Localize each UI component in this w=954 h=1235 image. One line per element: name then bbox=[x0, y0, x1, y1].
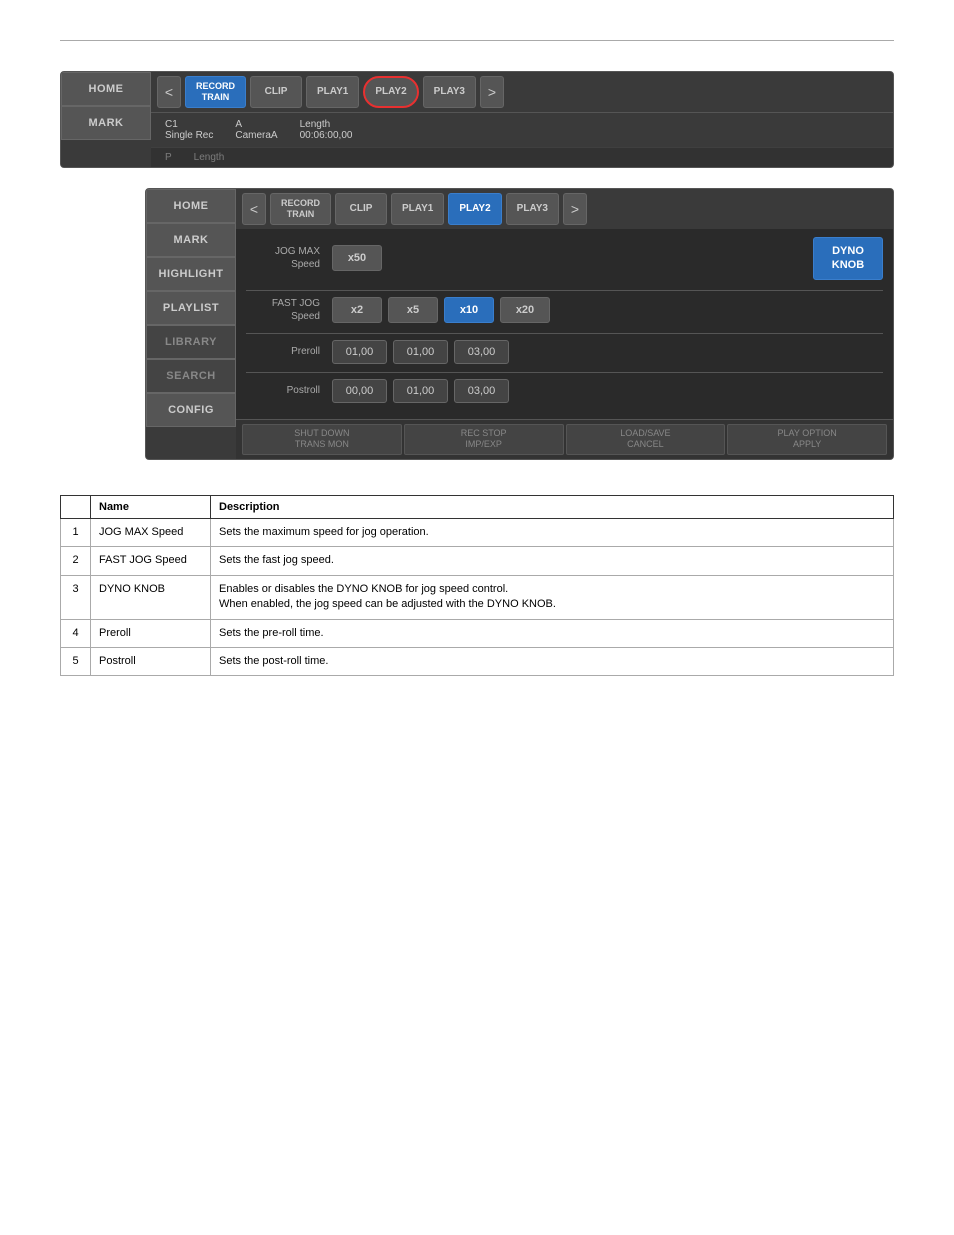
tab-play2-highlighted[interactable]: PLAY2 bbox=[363, 76, 418, 108]
camera-info: A CameraA bbox=[229, 117, 283, 143]
table-row: 2 FAST JOG Speed Sets the fast jog speed… bbox=[61, 547, 894, 575]
p2-home-button[interactable]: HOME bbox=[146, 189, 236, 223]
table-cell-desc: Sets the fast jog speed. bbox=[211, 547, 894, 575]
table-header-num bbox=[61, 495, 91, 518]
table-cell-name: Preroll bbox=[91, 619, 211, 647]
divider1 bbox=[246, 290, 883, 291]
fast-jog-x5-button[interactable]: x5 bbox=[388, 297, 438, 323]
panel1-info-bar2: P Length bbox=[151, 147, 893, 167]
tab-play3[interactable]: PLAY3 bbox=[423, 76, 476, 108]
table-cell-name: Postroll bbox=[91, 647, 211, 675]
table-row: 1 JOG MAX Speed Sets the maximum speed f… bbox=[61, 518, 894, 546]
action-bar: SHUT DOWNTRANS MON REC STOPIMP/EXP LOAD/… bbox=[236, 419, 893, 459]
shutdown-button[interactable]: SHUT DOWNTRANS MON bbox=[242, 424, 402, 455]
tab-clip[interactable]: CLIP bbox=[250, 76, 302, 108]
preroll-label: Preroll bbox=[246, 346, 326, 357]
fast-jog-row: FAST JOGSpeed x2 x5 x10 x20 bbox=[246, 297, 883, 323]
fast-jog-x10-button[interactable]: x10 bbox=[444, 297, 494, 323]
table-cell-num: 4 bbox=[61, 619, 91, 647]
table-header-desc: Description bbox=[211, 495, 894, 518]
top-divider bbox=[60, 40, 894, 41]
p2-library-button[interactable]: LIBRARY bbox=[146, 325, 236, 359]
panel1-tab-bar: < RECORD TRAIN CLIP PLAY1 PLAY2 PLAY3 > bbox=[151, 72, 893, 112]
table-cell-num: 5 bbox=[61, 647, 91, 675]
panel2: HOME MARK HIGHLIGHT PLAYLIST LIBRARY SEA… bbox=[145, 188, 894, 460]
p2-tab-record-train[interactable]: RECORD TRAIN bbox=[270, 193, 331, 225]
table-cell-num: 2 bbox=[61, 547, 91, 575]
annotation-spacer bbox=[60, 460, 894, 480]
dyno-knob-button[interactable]: DYNOKNOB bbox=[813, 237, 883, 280]
table-row: 4 Preroll Sets the pre-roll time. bbox=[61, 619, 894, 647]
p2-tab-nav-right[interactable]: > bbox=[563, 193, 587, 225]
preroll-val2: 01,00 bbox=[393, 340, 448, 364]
postroll-row: Postroll 00,00 01,00 03,00 bbox=[246, 379, 883, 403]
preroll-val3: 03,00 bbox=[454, 340, 509, 364]
table-header-name: Name bbox=[91, 495, 211, 518]
tab-nav-right[interactable]: > bbox=[480, 76, 504, 108]
postroll-label: Postroll bbox=[246, 385, 326, 396]
tab-nav-left[interactable]: < bbox=[157, 76, 181, 108]
tab-record-train[interactable]: RECORD TRAIN bbox=[185, 76, 246, 108]
mark-button[interactable]: MARK bbox=[61, 106, 151, 140]
table-cell-desc: Sets the maximum speed for jog operation… bbox=[211, 518, 894, 546]
table-cell-name: FAST JOG Speed bbox=[91, 547, 211, 575]
length-info: Length 00:06:00,00 bbox=[294, 117, 359, 143]
jog-max-row: JOG MAXSpeed x50 DYNOKNOB bbox=[246, 237, 883, 280]
table-cell-name: DYNO KNOB bbox=[91, 575, 211, 619]
rec-stop-button[interactable]: REC STOPIMP/EXP bbox=[404, 424, 564, 455]
row2-right: Length bbox=[188, 150, 231, 165]
p2-tab-play1[interactable]: PLAY1 bbox=[391, 193, 444, 225]
postroll-val1: 00,00 bbox=[332, 379, 387, 403]
p2-tab-clip[interactable]: CLIP bbox=[335, 193, 387, 225]
p2-tab-nav-left[interactable]: < bbox=[242, 193, 266, 225]
fast-jog-x20-button[interactable]: x20 bbox=[500, 297, 550, 323]
panel2-tab-bar: < RECORD TRAIN CLIP PLAY1 PLAY2 PLAY3 > bbox=[236, 189, 893, 229]
divider3 bbox=[246, 372, 883, 373]
p2-tab-play3[interactable]: PLAY3 bbox=[506, 193, 559, 225]
panel2-main: < RECORD TRAIN CLIP PLAY1 PLAY2 PLAY3 > … bbox=[236, 189, 893, 459]
p2-config-button[interactable]: CONFIG bbox=[146, 393, 236, 427]
table-row: 5 Postroll Sets the post-roll time. bbox=[61, 647, 894, 675]
play-option-button[interactable]: PLAY OPTIONAPPLY bbox=[727, 424, 887, 455]
channel-info: C1 Single Rec bbox=[159, 117, 219, 143]
table-cell-num: 3 bbox=[61, 575, 91, 619]
panel1-info-bar: C1 Single Rec A CameraA Length 00:06:00,… bbox=[151, 112, 893, 147]
table-cell-desc: Sets the pre-roll time. bbox=[211, 619, 894, 647]
jog-max-label: JOG MAXSpeed bbox=[246, 245, 326, 271]
fast-jog-x2-button[interactable]: x2 bbox=[332, 297, 382, 323]
p2-search-button[interactable]: SEARCH bbox=[146, 359, 236, 393]
p2-tab-play2[interactable]: PLAY2 bbox=[448, 193, 501, 225]
panel2-wrapper: HOME MARK HIGHLIGHT PLAYLIST LIBRARY SEA… bbox=[60, 188, 894, 460]
p2-mark-button[interactable]: MARK bbox=[146, 223, 236, 257]
table-cell-desc: Sets the post-roll time. bbox=[211, 647, 894, 675]
postroll-val2: 01,00 bbox=[393, 379, 448, 403]
data-table: Name Description 1 JOG MAX Speed Sets th… bbox=[60, 495, 894, 676]
divider2 bbox=[246, 333, 883, 334]
preroll-row: Preroll 01,00 01,00 03,00 bbox=[246, 340, 883, 364]
table-cell-desc: Enables or disables the DYNO KNOB for jo… bbox=[211, 575, 894, 619]
panel2-content: JOG MAXSpeed x50 DYNOKNOB FAST JOGSpeed … bbox=[236, 229, 893, 419]
table-cell-num: 1 bbox=[61, 518, 91, 546]
panel1-main: < RECORD TRAIN CLIP PLAY1 PLAY2 PLAY3 > … bbox=[151, 72, 893, 167]
p2-playlist-button[interactable]: PLAYLIST bbox=[146, 291, 236, 325]
jog-max-x50-button[interactable]: x50 bbox=[332, 245, 382, 271]
home-button[interactable]: HOME bbox=[61, 72, 151, 106]
table-body: 1 JOG MAX Speed Sets the maximum speed f… bbox=[61, 518, 894, 675]
preroll-val1: 01,00 bbox=[332, 340, 387, 364]
row2-left: P bbox=[159, 150, 178, 165]
panel2-sidebar: HOME MARK HIGHLIGHT PLAYLIST LIBRARY SEA… bbox=[146, 189, 236, 459]
p2-highlight-button[interactable]: HIGHLIGHT bbox=[146, 257, 236, 291]
panel1-sidebar: HOME MARK bbox=[61, 72, 151, 167]
fast-jog-label: FAST JOGSpeed bbox=[246, 297, 326, 323]
load-save-button[interactable]: LOAD/SAVECANCEL bbox=[566, 424, 726, 455]
table-row: 3 DYNO KNOB Enables or disables the DYNO… bbox=[61, 575, 894, 619]
tab-play1[interactable]: PLAY1 bbox=[306, 76, 359, 108]
postroll-val3: 03,00 bbox=[454, 379, 509, 403]
table-cell-name: JOG MAX Speed bbox=[91, 518, 211, 546]
panel1: HOME MARK < RECORD TRAIN CLIP PLAY1 PLAY… bbox=[60, 71, 894, 168]
